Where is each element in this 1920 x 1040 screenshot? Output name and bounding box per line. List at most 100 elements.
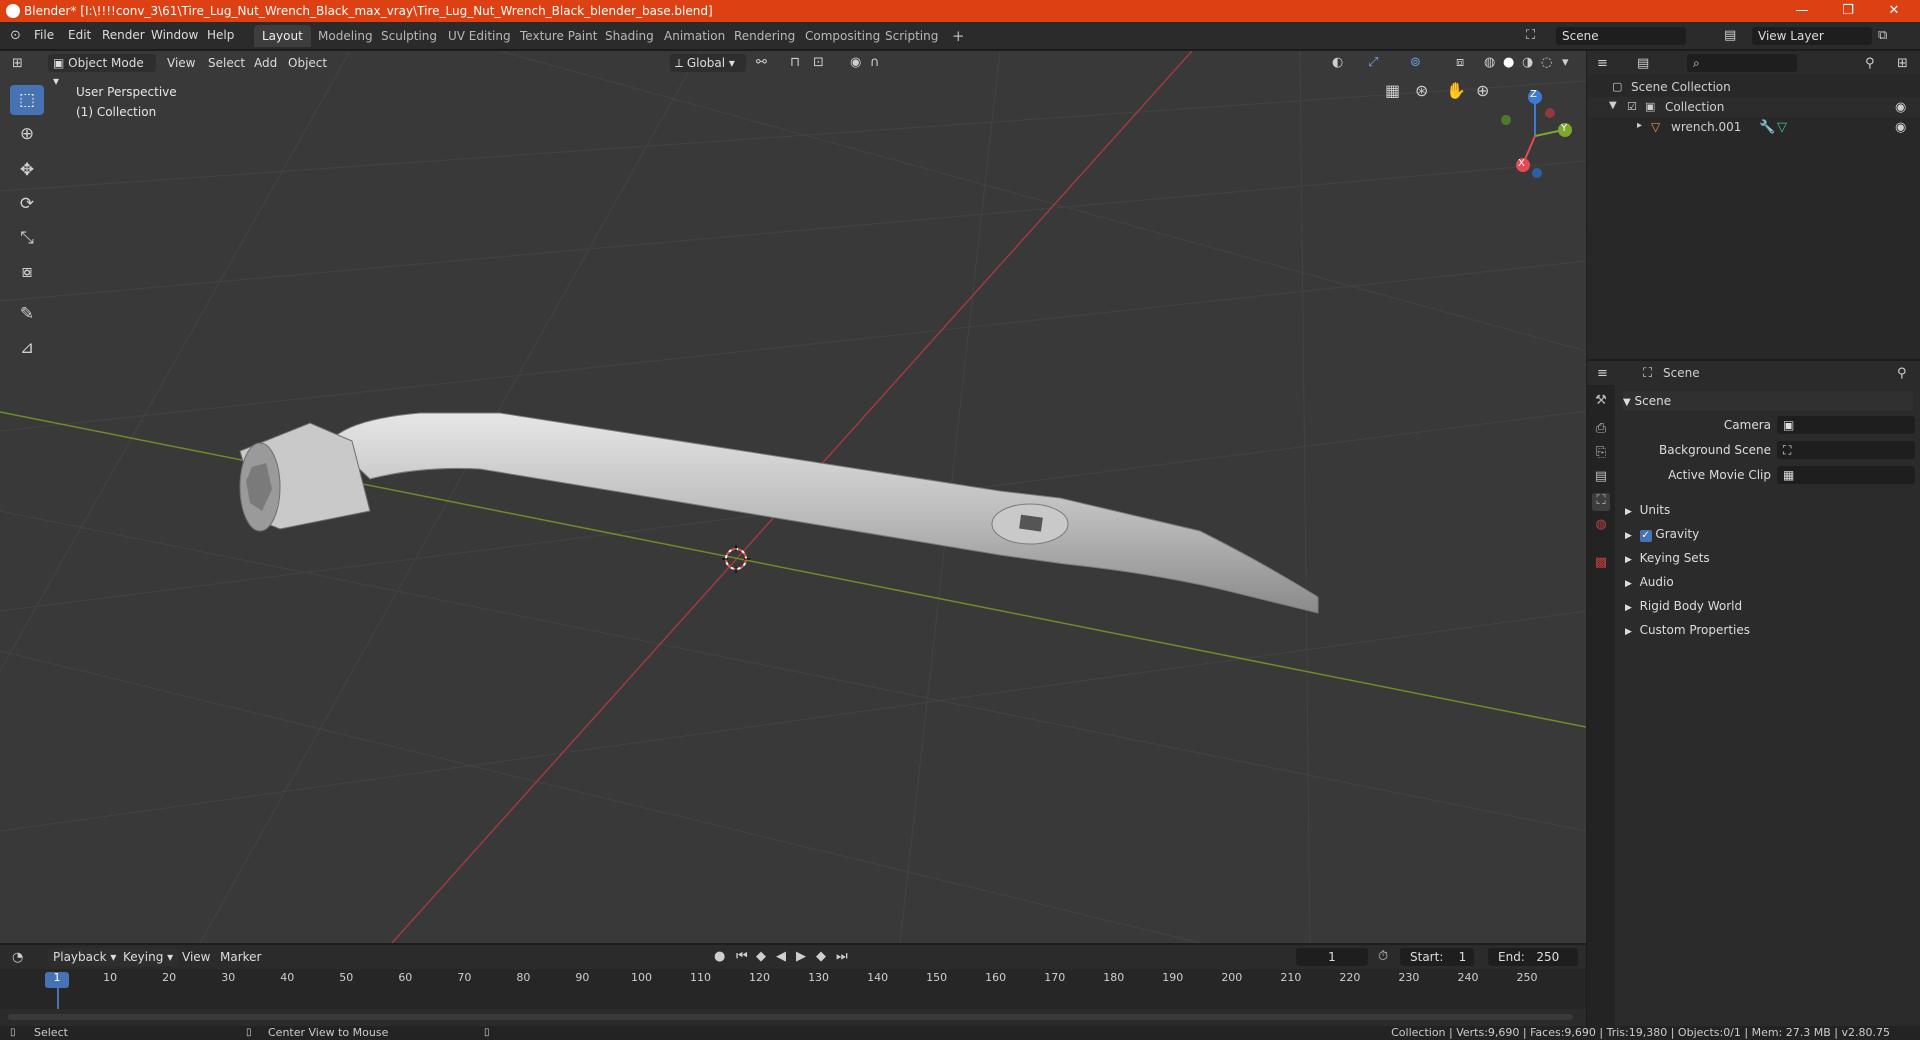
start-frame-field[interactable]: Start: 1 <box>1400 948 1474 966</box>
properties-editor-icon[interactable]: ≡ <box>1597 366 1608 381</box>
expand-collection-icon[interactable]: ▼ <box>1609 100 1617 111</box>
overlay-toggle-icon[interactable]: ⊚ <box>1410 55 1421 70</box>
scale-tool-icon[interactable]: ⤡ <box>10 223 44 253</box>
scene-panel-header[interactable]: ▼ Scene <box>1623 391 1913 411</box>
rendered-shading-icon[interactable]: ◌ <box>1541 55 1552 70</box>
3d-viewport[interactable]: Z Y X User Perspective (1) Collection ▦ … <box>0 51 1586 943</box>
tab-layout[interactable]: Layout <box>254 25 311 47</box>
tab-scripting[interactable]: Scripting <box>877 25 946 47</box>
snap-icon[interactable]: ⊓ <box>790 55 800 70</box>
end-frame-field[interactable]: End: 250 <box>1488 948 1578 966</box>
camera-view-icon[interactable]: ⊛ <box>1415 81 1428 100</box>
material-shading-icon[interactable]: ◑ <box>1522 55 1533 70</box>
orientation-dropdown[interactable]: ⟂ Global ▾ <box>670 54 746 72</box>
editor-type-icon[interactable]: ⊞ <box>12 56 23 71</box>
camera-field[interactable]: ▣ <box>1777 416 1915 434</box>
play-icon[interactable]: ▶ <box>796 949 806 964</box>
modifier-wrench-icon[interactable]: 🔧 <box>1759 120 1775 135</box>
add-workspace-button[interactable]: + <box>944 25 973 47</box>
object-eye-icon[interactable]: ◉ <box>1895 120 1906 135</box>
maximize-button[interactable]: ❐ <box>1826 0 1870 22</box>
falloff-icon[interactable]: ∩ <box>870 55 880 70</box>
scene-icon[interactable]: ⛶ <box>1526 28 1535 43</box>
timeline-scrollbar[interactable] <box>8 1014 1573 1020</box>
tab-animation[interactable]: Animation <box>656 25 733 47</box>
tab-sculpting[interactable]: Sculpting <box>373 25 445 47</box>
pin-icon[interactable]: ⚲ <box>1897 366 1907 381</box>
proportional-edit-icon[interactable]: ◉ <box>850 55 861 70</box>
world-tab-icon[interactable]: ◍ <box>1592 517 1610 535</box>
units-subpanel[interactable]: ▶ Units <box>1625 500 1670 520</box>
gravity-checkbox[interactable]: ✓ <box>1639 530 1652 542</box>
new-collection-icon[interactable]: ⊞ <box>1897 56 1908 71</box>
texture-tab-icon[interactable]: ▩ <box>1592 555 1610 573</box>
cursor-tool-icon[interactable]: ⊕ <box>10 119 44 149</box>
measure-tool-icon[interactable]: ⊿ <box>10 333 44 363</box>
move-tool-icon[interactable]: ✥ <box>10 155 44 185</box>
menu-select[interactable]: Select <box>208 54 245 72</box>
jump-start-icon[interactable]: ⏮ <box>736 949 748 964</box>
outliner-search-input[interactable]: ⌕ <box>1687 54 1797 72</box>
tab-shading[interactable]: Shading <box>597 25 662 47</box>
scene-tab-icon[interactable]: ⛶ <box>1592 493 1610 511</box>
tool-tab-icon[interactable]: ⚒ <box>1592 393 1610 411</box>
wireframe-shading-icon[interactable]: ◍ <box>1484 55 1495 70</box>
mesh-data-icon[interactable]: ▽ <box>1777 120 1787 135</box>
xray-icon[interactable]: ⧈ <box>1456 55 1464 70</box>
timeline-editor-icon[interactable]: ◔ <box>12 950 23 965</box>
menu-object[interactable]: Object <box>288 54 327 72</box>
outliner-row-object[interactable]: ▸ ▽ wrench.001 🔧 ▽ ◉ <box>1587 117 1920 137</box>
gravity-subpanel[interactable]: ▶ ✓ Gravity <box>1625 524 1699 544</box>
marker-menu[interactable]: Marker <box>220 948 261 966</box>
snap-target-icon[interactable]: ⊡ <box>813 55 824 70</box>
tab-modeling[interactable]: Modeling <box>310 25 381 47</box>
outliner-editor-icon[interactable]: ≡ <box>1597 56 1608 71</box>
blender-menu-icon[interactable]: ⊙ <box>10 28 21 43</box>
audio-subpanel[interactable]: ▶ Audio <box>1625 572 1674 592</box>
playback-menu[interactable]: Playback ▾ <box>48 948 122 966</box>
gizmo-toggle-icon[interactable]: ⤢ <box>1368 55 1378 70</box>
next-keyframe-icon[interactable]: ◆ <box>816 949 826 964</box>
transform-tool-icon[interactable]: ⧇ <box>10 257 44 287</box>
mode-dropdown[interactable]: ▣ Object Mode ▾ <box>48 54 156 88</box>
display-mode-icon[interactable]: ▤ <box>1637 56 1649 71</box>
menu-edit[interactable]: Edit <box>68 28 91 42</box>
zoom-icon[interactable]: ⊕ <box>1476 81 1489 100</box>
custom-properties-subpanel[interactable]: ▶ Custom Properties <box>1625 620 1750 640</box>
pivot-icon[interactable]: ⚯ <box>756 55 767 70</box>
close-button[interactable]: ✕ <box>1872 0 1916 22</box>
visibility-icon[interactable]: ◐ <box>1332 55 1343 70</box>
menu-window[interactable]: Window <box>151 28 198 42</box>
collection-eye-icon[interactable]: ◉ <box>1895 100 1906 115</box>
jump-end-icon[interactable]: ⏭ <box>836 949 848 964</box>
expand-object-icon[interactable]: ▸ <box>1637 120 1642 131</box>
outliner-row-scene-collection[interactable]: ▢ Scene Collection <box>1587 77 1920 97</box>
menu-add[interactable]: Add <box>254 54 277 72</box>
menu-file[interactable]: File <box>34 28 54 42</box>
new-view-layer-icon[interactable]: ⧉ <box>1878 28 1887 43</box>
tab-rendering[interactable]: Rendering <box>726 25 803 47</box>
view-layer-field[interactable]: View Layer <box>1752 27 1872 45</box>
stopwatch-icon[interactable]: ⏱ <box>1378 949 1388 964</box>
view-layer-icon[interactable]: ▤ <box>1724 28 1736 43</box>
select-box-tool-icon[interactable]: ⬚ <box>10 85 44 115</box>
prev-keyframe-icon[interactable]: ◆ <box>756 949 766 964</box>
play-reverse-icon[interactable]: ◀ <box>776 949 786 964</box>
annotate-tool-icon[interactable]: ✎ <box>10 299 44 329</box>
menu-render[interactable]: Render <box>102 28 145 42</box>
solid-shading-icon[interactable]: ● <box>1503 55 1514 70</box>
outliner-row-collection[interactable]: ▼ ☑ ▣ Collection ◉ <box>1587 97 1920 117</box>
current-frame-field[interactable]: 1 <box>1296 948 1368 966</box>
menu-help[interactable]: Help <box>207 28 234 42</box>
record-icon[interactable]: ● <box>714 949 725 964</box>
navigation-gizmo[interactable] <box>1501 90 1572 178</box>
scene-field[interactable]: Scene <box>1556 27 1686 45</box>
rigid-body-world-subpanel[interactable]: ▶ Rigid Body World <box>1625 596 1742 616</box>
rotate-tool-icon[interactable]: ⟳ <box>10 189 44 219</box>
keying-sets-subpanel[interactable]: ▶ Keying Sets <box>1625 548 1710 568</box>
pan-hand-icon[interactable]: ✋ <box>1446 81 1466 100</box>
background-scene-field[interactable]: ⛶ <box>1777 441 1915 459</box>
filter-icon[interactable]: ⚲ <box>1865 56 1875 71</box>
tab-compositing[interactable]: Compositing <box>797 25 888 47</box>
keying-menu[interactable]: Keying ▾ <box>118 948 179 966</box>
